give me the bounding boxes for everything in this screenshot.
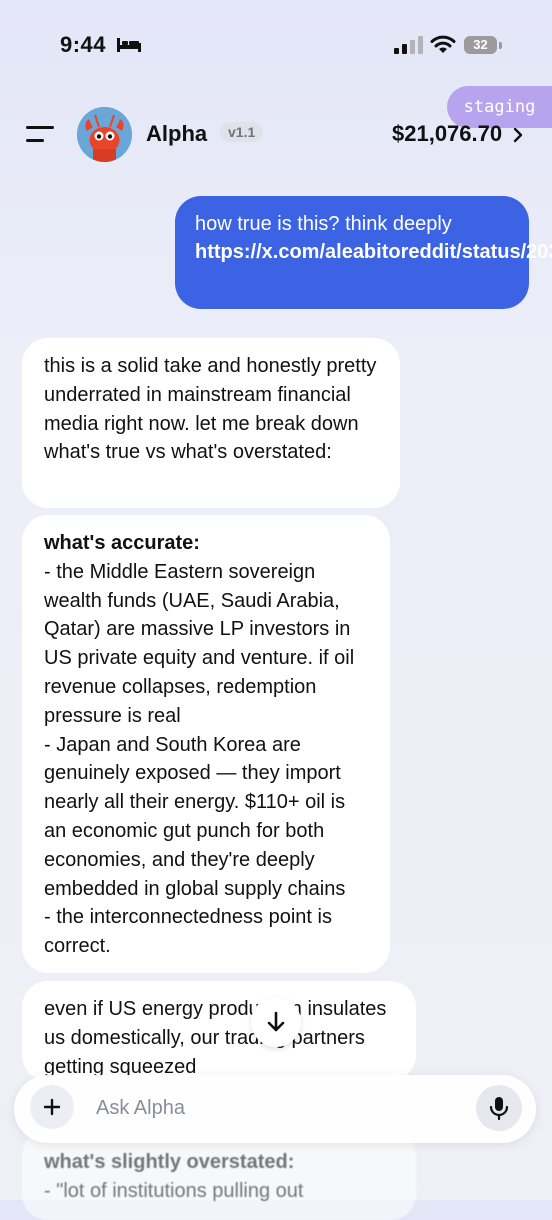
battery-icon: 32 (464, 36, 504, 56)
chat-input[interactable] (96, 1093, 456, 1123)
battery-level: 32 (464, 36, 497, 54)
attach-button[interactable] (30, 1085, 74, 1129)
app-name: Alpha (146, 121, 208, 146)
wifi-icon (430, 35, 456, 53)
assistant-message: this is a solid take and honestly pretty… (22, 338, 400, 508)
menu-icon[interactable] (26, 124, 56, 146)
chevron-right-icon[interactable] (512, 127, 524, 143)
assistant-message-text: this is a solid take and honestly pretty… (44, 355, 377, 464)
message-composer (14, 1075, 536, 1143)
status-bar: 9:44 32 (0, 0, 552, 90)
assistant-message: what's slightly overstated: - "lot of in… (22, 1130, 416, 1220)
cellular-signal-icon (394, 36, 423, 54)
lobster-mascot-icon (77, 107, 132, 162)
assistant-message: what's accurate: - the Middle Eastern so… (22, 515, 390, 973)
assistant-message: even if US energy production insulates u… (22, 981, 416, 1081)
arrow-down-icon (267, 1011, 285, 1032)
plus-icon (43, 1098, 61, 1116)
assistant-message-text: even if US energy production insulates u… (44, 998, 387, 1078)
assistant-message-text: - "lot of institutions pulling out (44, 1179, 304, 1202)
microphone-icon (489, 1097, 509, 1120)
assistant-message-heading: what's accurate: (44, 532, 200, 554)
version-badge: v1.1 (220, 122, 264, 142)
user-message-link[interactable]: https://x.com/aleabitoreddit/status/203.… (195, 238, 552, 266)
avatar[interactable] (77, 107, 132, 162)
assistant-message-text: - the Middle Eastern sovereign wealth fu… (44, 560, 355, 958)
portfolio-balance[interactable]: $21,076.70 (392, 121, 502, 147)
scroll-to-bottom-button[interactable] (251, 997, 301, 1047)
status-time: 9:44 (60, 32, 107, 57)
user-message: how true is this? think deeply https://x… (175, 196, 552, 309)
user-message-text: how true is this? think deeply (195, 213, 452, 235)
microphone-button[interactable] (476, 1085, 522, 1131)
assistant-message-heading: what's slightly overstated: (44, 1151, 295, 1173)
sleep-focus-icon (117, 38, 141, 52)
